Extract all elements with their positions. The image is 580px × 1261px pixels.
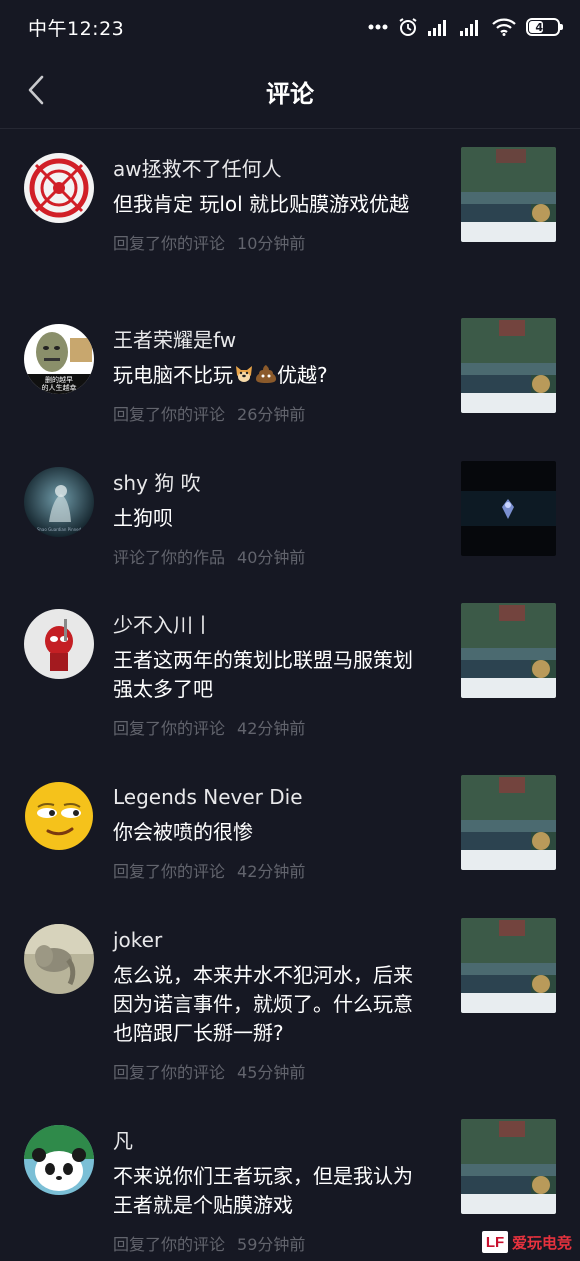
nav-bar: 评论 — [0, 54, 580, 129]
avatar-caption: 删的越早 — [45, 376, 73, 384]
video-thumbnail[interactable] — [461, 775, 556, 870]
status-icons: 47 — [368, 14, 563, 40]
list-item[interactable]: aw拯救不了任何人 但我肯定 玩lol 就比贴膜游戏优越 回复了你的评论 10分钟… — [0, 129, 580, 300]
wifi-icon — [492, 18, 516, 36]
list-item[interactable]: 删的越早 的人生越幸 王者荣耀是fw 玩电脑不比玩 优越? 回复了你的评论 26分… — [0, 300, 580, 443]
timestamp: 10分钟前 — [237, 234, 306, 253]
username[interactable]: 凡 — [113, 1128, 418, 1154]
avatar-caption: 的人生越幸 — [41, 384, 77, 392]
watermark: LF 爱玩电竞 — [481, 1231, 572, 1253]
action-text: 回复了你的评论 — [113, 234, 226, 253]
video-thumbnail[interactable] — [461, 603, 556, 698]
action-text: 评论了你的作品 — [113, 548, 226, 567]
signal-icon-2 — [460, 20, 478, 36]
battery-level: 47 — [535, 20, 551, 34]
action-text: 回复了你的评论 — [113, 862, 226, 881]
timestamp: 40分钟前 — [237, 548, 306, 567]
red-circle-avatar-icon — [24, 153, 94, 223]
game-screenshot-icon — [461, 318, 556, 413]
action-text: 回复了你的评论 — [113, 719, 226, 738]
smirk-emoji-avatar-icon — [24, 781, 94, 851]
comment-text: 玩电脑不比玩 优越? — [113, 361, 418, 390]
game-screenshot-icon — [461, 918, 556, 1013]
comment-text: 不来说你们王者玩家，但是我认为王者就是个贴膜游戏 — [113, 1164, 413, 1217]
alarm-clock-icon — [399, 18, 417, 36]
action-text: 回复了你的评论 — [113, 1235, 226, 1254]
username[interactable]: aw拯救不了任何人 — [113, 156, 418, 182]
video-thumbnail[interactable] — [461, 461, 556, 556]
timestamp: 59分钟前 — [237, 1235, 306, 1254]
meta: 回复了你的评论 26分钟前 — [113, 404, 418, 426]
more-dots-icon — [368, 24, 388, 30]
username[interactable]: 王者荣耀是fw — [113, 327, 418, 353]
username[interactable]: joker — [113, 927, 418, 953]
game-screenshot-icon — [461, 147, 556, 242]
deadpool-avatar-icon — [24, 609, 94, 679]
game-screenshot-icon — [461, 1119, 556, 1214]
elephant-avatar-icon — [24, 924, 94, 994]
action-text: 回复了你的评论 — [113, 405, 226, 424]
video-thumbnail[interactable] — [461, 1119, 556, 1214]
status-time: 中午12:23 — [28, 18, 125, 40]
list-item[interactable]: 少不入川丨 王者这两年的策划比联盟马服策划强太多了吧 回复了你的评论 42分钟前 — [0, 585, 580, 757]
avatar[interactable] — [24, 781, 94, 851]
video-thumbnail[interactable] — [461, 918, 556, 1013]
meta: 评论了你的作品 40分钟前 — [113, 547, 418, 569]
username[interactable]: 少不入川丨 — [113, 612, 418, 638]
comment-text: 王者这两年的策划比联盟马服策划强太多了吧 — [113, 648, 413, 701]
signal-icon — [428, 20, 446, 36]
video-thumbnail[interactable] — [461, 318, 556, 413]
watermark-logo: LF — [481, 1231, 508, 1253]
status-bar: 中午12:23 47 — [0, 0, 580, 54]
comment-text-part: 优越? — [277, 363, 328, 387]
avatar[interactable] — [24, 153, 94, 223]
meta: 回复了你的评论 42分钟前 — [113, 718, 418, 740]
dog-face-emoji-icon — [236, 366, 252, 382]
meta: 回复了你的评论 10分钟前 — [113, 233, 418, 255]
avatar[interactable] — [24, 924, 94, 994]
timestamp: 45分钟前 — [237, 1063, 306, 1082]
comment-text: 你会被喷的很惨 — [113, 820, 253, 844]
timestamp: 42分钟前 — [237, 862, 306, 881]
timestamp: 26分钟前 — [237, 405, 306, 424]
page-title: 评论 — [266, 80, 314, 108]
meta: 回复了你的评论 42分钟前 — [113, 861, 418, 883]
comment-text: 但我肯定 玩lol 就比贴膜游戏优越 — [113, 192, 410, 216]
avatar[interactable]: Shao Guardian Pinned — [24, 467, 94, 537]
watermark-text: 爱玩电竞 — [511, 1233, 572, 1252]
avatar[interactable] — [24, 609, 94, 679]
list-item[interactable]: Legends Never Die 你会被喷的很惨 回复了你的评论 42分钟前 — [0, 757, 580, 900]
list-item[interactable]: Shao Guardian Pinned shy 狗 吹 土狗呗 评论了你的作品… — [0, 443, 580, 585]
battery-icon: 47 — [526, 18, 563, 36]
dark-video-thumbnail-icon — [461, 461, 556, 556]
game-screenshot-icon — [461, 775, 556, 870]
comment-text: 怎么说，本来井水不犯河水，后来因为诺言事件，就烦了。什么玩意也陪跟厂长掰一掰? — [113, 963, 413, 1045]
meta: 回复了你的评论 59分钟前 — [113, 1234, 418, 1256]
username[interactable]: Legends Never Die — [113, 784, 418, 810]
notification-list: aw拯救不了任何人 但我肯定 玩lol 就比贴膜游戏优越 回复了你的评论 10分钟… — [0, 129, 580, 1261]
avatar[interactable] — [24, 1125, 94, 1195]
video-thumbnail[interactable] — [461, 147, 556, 242]
list-item[interactable]: joker 怎么说，本来井水不犯河水，后来因为诺言事件，就烦了。什么玩意也陪跟厂… — [0, 900, 580, 1101]
meta: 回复了你的评论 45分钟前 — [113, 1062, 418, 1084]
username[interactable]: shy 狗 吹 — [113, 470, 418, 496]
comment-text: 土狗呗 — [113, 506, 173, 530]
avatar[interactable]: 删的越早 的人生越幸 — [24, 324, 94, 394]
game-screenshot-icon — [461, 603, 556, 698]
poop-emoji-icon — [256, 365, 276, 383]
panda-bear-avatar-icon — [24, 1125, 94, 1195]
comment-text-part: 玩电脑不比玩 — [113, 363, 233, 387]
action-text: 回复了你的评论 — [113, 1063, 226, 1082]
avatar-caption: Shao Guardian Pinned — [36, 527, 82, 532]
timestamp: 42分钟前 — [237, 719, 306, 738]
